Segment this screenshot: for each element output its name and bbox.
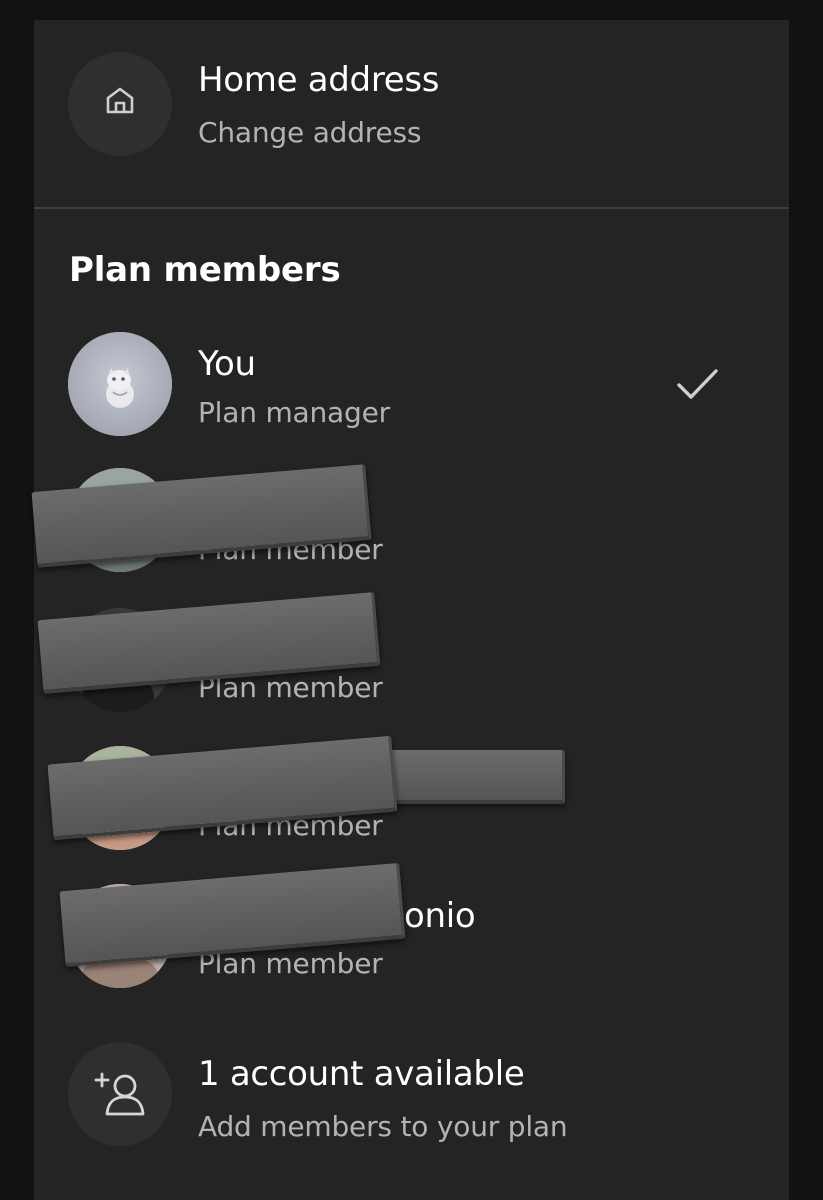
avatar (68, 332, 172, 436)
section-divider (34, 207, 789, 209)
add-member-row[interactable]: 1 account available Add members to your … (34, 1030, 789, 1160)
add-members-subtitle: Add members to your plan (198, 1110, 568, 1143)
add-user-icon (94, 1072, 145, 1116)
member-name: You (198, 344, 256, 384)
home-address-title: Home address (198, 60, 440, 100)
add-user-icon-circle (68, 1042, 172, 1146)
member-role: Plan manager (198, 396, 390, 429)
redaction-block (384, 750, 565, 804)
home-address-row[interactable]: Home address Change address (34, 20, 789, 207)
home-icon-circle (68, 52, 172, 156)
member-name: onio (404, 896, 476, 936)
plan-members-heading: Plan members (69, 250, 341, 290)
accounts-available-title: 1 account available (198, 1054, 525, 1094)
home-icon (106, 87, 134, 114)
change-address-link[interactable]: Change address (198, 116, 422, 149)
check-icon (677, 369, 718, 399)
